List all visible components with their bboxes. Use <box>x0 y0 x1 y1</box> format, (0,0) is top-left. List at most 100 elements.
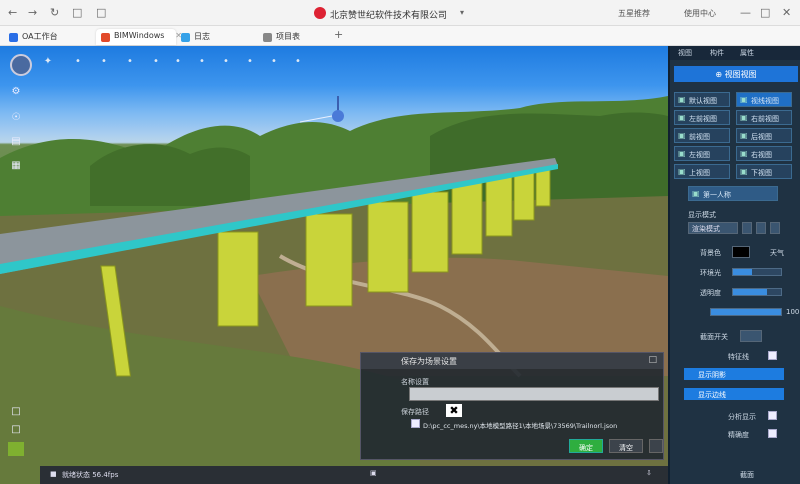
bim-icon <box>101 33 110 42</box>
view-right-button[interactable]: 右视图 <box>736 146 792 161</box>
view-right-front-button[interactable]: 右前视图 <box>736 110 792 125</box>
view-default-button[interactable]: 默认视图 <box>674 92 730 107</box>
display-mode-select[interactable]: 渲染模式 <box>688 222 738 234</box>
view-sight-button[interactable]: 视线视图 <box>736 92 792 107</box>
hill <box>90 144 250 206</box>
section-label: 截面 <box>740 471 754 479</box>
mode-option-3[interactable] <box>770 222 780 234</box>
layer-icon[interactable]: • <box>194 56 210 70</box>
tabs-icon[interactable]: □ <box>72 6 82 19</box>
layers-icon[interactable]: ▤ <box>8 136 24 150</box>
section-toggle[interactable] <box>740 330 762 342</box>
right-panel: 视图 构件 属性 ⊕ 视图视图 默认视图 视线视图 左前视图 右前视图 前视图 … <box>668 46 800 484</box>
share-icon[interactable]: • <box>290 56 306 70</box>
measure-icon[interactable]: • <box>70 56 86 70</box>
ambient-label: 环境光 <box>700 269 721 277</box>
close-x-icon[interactable]: ✖ <box>446 404 462 417</box>
refresh-icon[interactable]: ↻ <box>50 6 59 19</box>
grid-icon[interactable]: ▦ <box>8 160 24 174</box>
tab-project[interactable]: 项目表 <box>258 29 308 45</box>
mode-option-1[interactable] <box>742 222 752 234</box>
view-front-button[interactable]: 前视图 <box>674 128 730 143</box>
rotate-icon[interactable]: • <box>96 56 112 70</box>
analysis-checkbox[interactable] <box>768 411 777 420</box>
expand-icon[interactable]: □ <box>8 406 24 420</box>
opacity-slider[interactable] <box>732 288 782 296</box>
feature-line-label: 特征线 <box>728 353 749 361</box>
view-left-button[interactable]: 左视图 <box>674 146 730 161</box>
ambient-slider[interactable] <box>732 268 782 276</box>
view-left-front-button[interactable]: 左前视图 <box>674 110 730 125</box>
pier <box>485 173 513 237</box>
minimize-icon[interactable]: — <box>740 6 751 19</box>
home-icon[interactable] <box>10 54 32 76</box>
mode-option-2[interactable] <box>756 222 766 234</box>
weather-label: 天气 <box>770 249 784 257</box>
pier <box>217 231 259 327</box>
tab-properties[interactable]: 属性 <box>740 48 754 58</box>
user-center-link[interactable]: 使用中心 <box>684 8 716 19</box>
tab-oa[interactable]: OA工作台 <box>4 29 66 45</box>
view-top-button[interactable]: 上视图 <box>674 164 730 179</box>
forward-icon[interactable]: → <box>28 6 37 19</box>
download-icon[interactable]: ⇩ <box>646 469 652 477</box>
pier <box>305 213 353 307</box>
bg-color-swatch[interactable] <box>732 246 750 258</box>
new-tab-icon[interactable]: + <box>334 28 343 41</box>
bg-color-label: 背景色 <box>700 249 721 257</box>
precision-label: 精确度 <box>728 431 749 439</box>
gizmo-axis <box>299 115 333 123</box>
tab-components[interactable]: 构件 <box>710 48 724 58</box>
window-icon[interactable]: □ <box>96 6 106 19</box>
record-icon[interactable]: ▣ <box>370 469 377 477</box>
view-dropdown[interactable]: ⊕ 视图视图 <box>674 66 798 82</box>
tab-label: 项目表 <box>276 32 300 41</box>
precision-checkbox[interactable] <box>768 429 777 438</box>
collapse-icon[interactable]: □ <box>8 424 24 438</box>
zoom-icon[interactable]: • <box>148 56 164 70</box>
pan-icon[interactable]: • <box>122 56 138 70</box>
view-back-button[interactable]: 后视图 <box>736 128 792 143</box>
pier <box>451 181 483 255</box>
gizmo-handle[interactable] <box>332 110 344 122</box>
view-bottom-button[interactable]: 下视图 <box>736 164 792 179</box>
clear-button[interactable]: 清空 <box>609 439 643 453</box>
active-layer-icon[interactable] <box>8 442 24 456</box>
maximize-icon[interactable]: □ <box>760 6 770 19</box>
back-icon[interactable]: ← <box>8 6 17 19</box>
tab-label: OA工作台 <box>22 32 58 41</box>
fullscreen-icon[interactable]: • <box>266 56 282 70</box>
tab-label: 日志 <box>194 32 210 41</box>
path-label: 保存路径 <box>401 408 429 416</box>
cut-icon[interactable]: • <box>170 56 186 70</box>
tab-log[interactable]: 日志 <box>176 29 218 45</box>
value-slider[interactable] <box>710 308 782 316</box>
feature-line-checkbox[interactable] <box>768 351 777 360</box>
pier <box>411 191 449 273</box>
display-mode-label: 显示模式 <box>688 211 716 219</box>
app-logo-icon <box>314 7 326 19</box>
dialog-close-icon[interactable]: □ <box>648 355 657 365</box>
monitor-icon: ■ <box>50 470 57 478</box>
pointer-icon[interactable]: ✦ <box>40 56 56 70</box>
camera-icon[interactable]: • <box>218 56 234 70</box>
tab-view[interactable]: 视图 <box>678 48 692 58</box>
path-checkbox[interactable] <box>411 419 420 428</box>
name-label: 名称设置 <box>401 378 429 386</box>
first-person-button[interactable]: 第一人称 <box>688 186 778 201</box>
cancel-button[interactable] <box>649 439 663 453</box>
chevron-down-icon[interactable]: ▾ <box>460 8 464 17</box>
status-bar: ■ 就绪状态 56.4fps ▣ ⇩ <box>40 466 668 484</box>
edge-toggle[interactable]: 显示边线 <box>684 388 784 400</box>
gear-icon[interactable]: ⚙ <box>8 86 24 100</box>
compass-icon[interactable]: ☉ <box>8 112 24 126</box>
tab-bimwindows[interactable]: BIMWindows ✕ <box>96 29 182 45</box>
save-scene-dialog: 保存为场景设置 □ 名称设置 保存路径 D:\pc_cc_mes.ny\本地模型… <box>360 352 664 460</box>
close-icon[interactable]: ✕ <box>782 6 791 19</box>
shadow-toggle[interactable]: 显示阴影 <box>684 368 784 380</box>
ok-button[interactable]: 确定 <box>569 439 603 453</box>
path-text: D:\pc_cc_mes.ny\本地模型路径1\本地场景\73569\Trail… <box>423 422 618 430</box>
recommend-link[interactable]: 五星推荐 <box>618 8 650 19</box>
settings-icon[interactable]: • <box>242 56 258 70</box>
name-input[interactable] <box>409 387 659 401</box>
